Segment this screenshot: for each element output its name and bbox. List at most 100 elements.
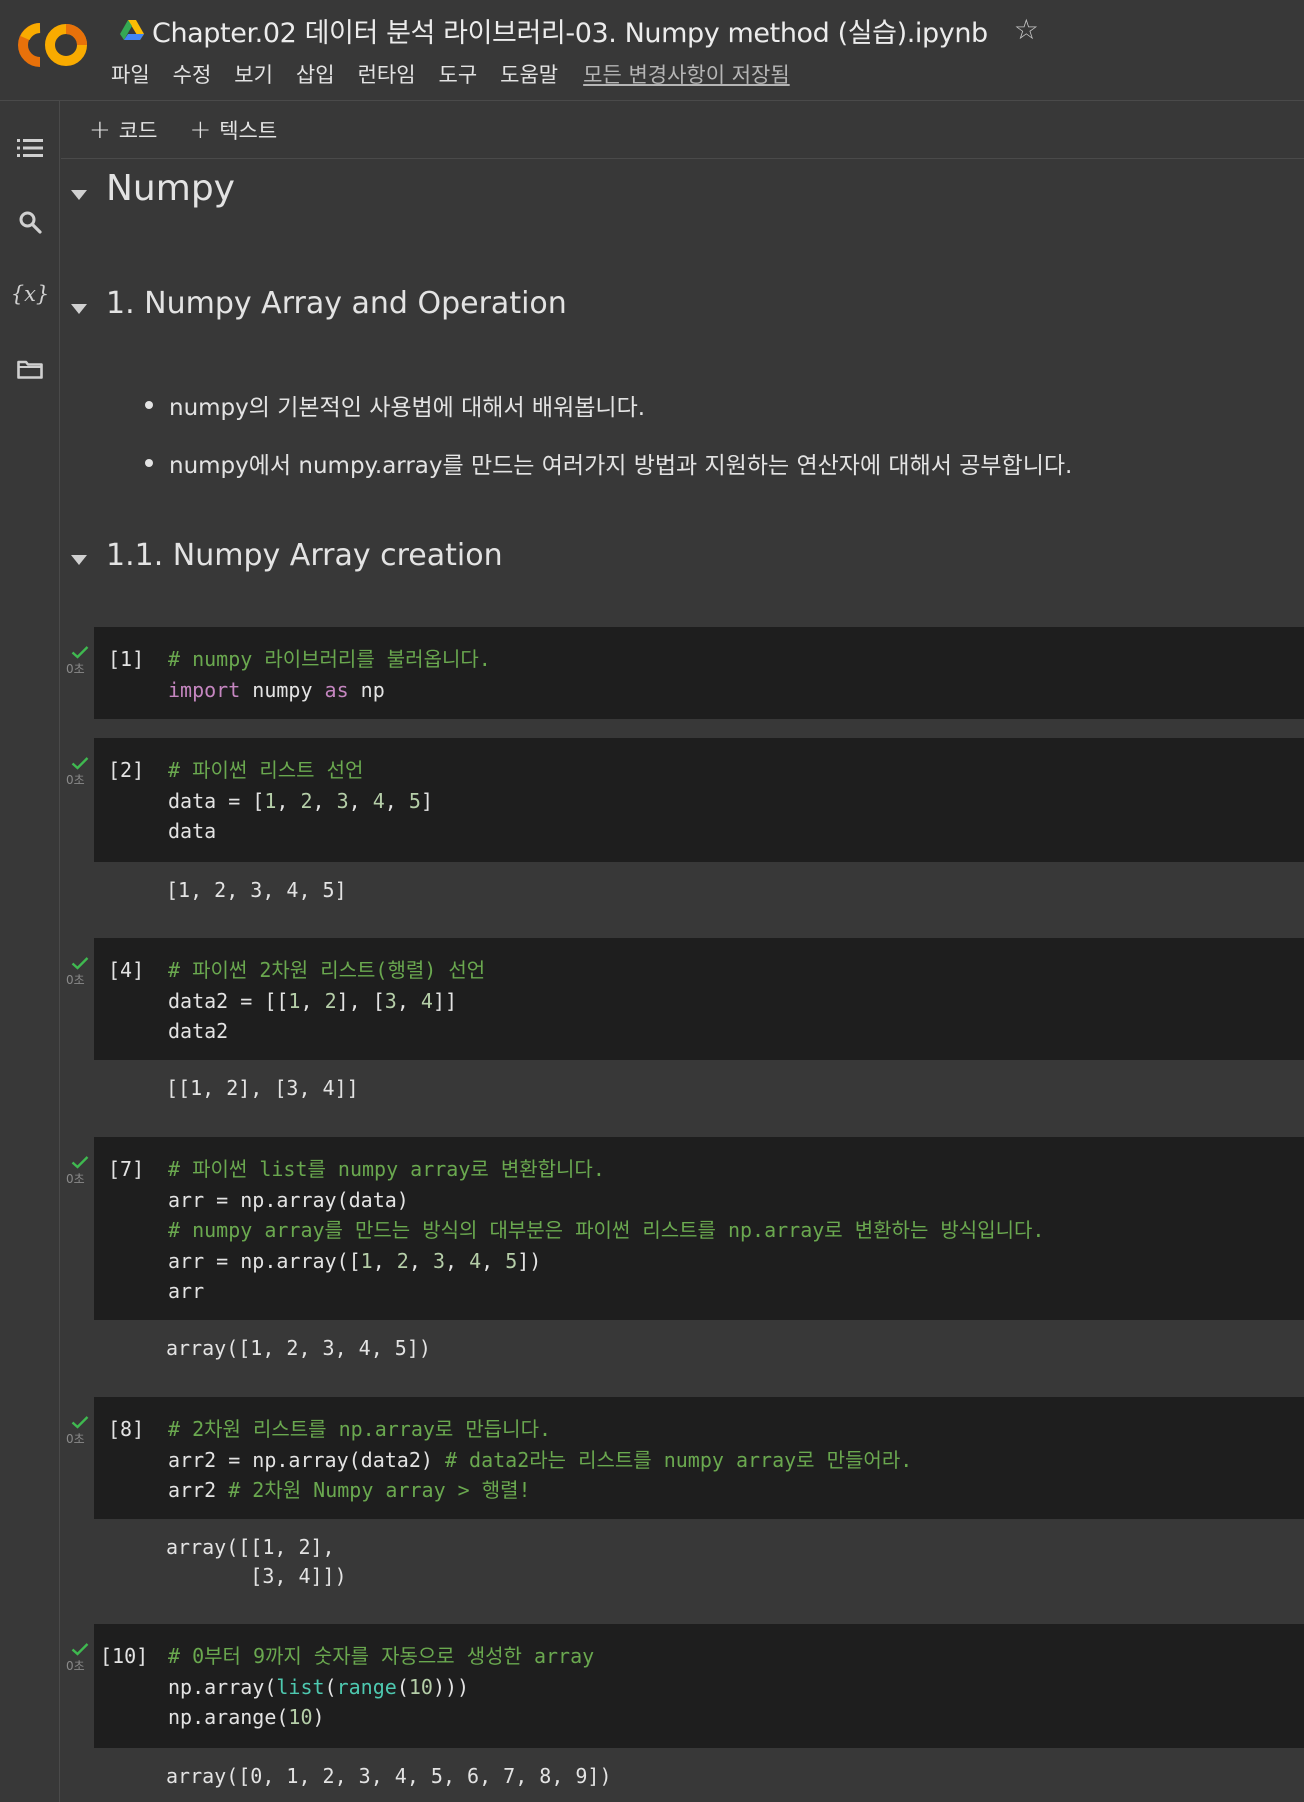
list-item: numpy에서 numpy.array를 만드는 여러가지 방법과 지원하는 연… [145, 446, 1072, 480]
code-token: , [396, 988, 421, 1013]
execution-count: [10] [100, 1644, 149, 1668]
table-of-contents-icon[interactable] [0, 123, 60, 173]
plus-icon: + [89, 114, 111, 145]
intro-bullet-list: numpy의 기본적인 사용법에 대해서 배워봅니다. numpy에서 nump… [145, 388, 1072, 504]
code-token: ))) [432, 1674, 470, 1699]
code-token: np.arange( [168, 1705, 289, 1729]
check-icon [71, 1156, 89, 1169]
code-token: np [348, 677, 385, 702]
cell-run-status[interactable]: 0초 [64, 1415, 92, 1447]
code-token: ]) [517, 1248, 542, 1273]
code-token: 4 [372, 788, 385, 813]
code-token: arr = np.array([ [168, 1248, 361, 1273]
code-token: data2 = [[ [168, 988, 289, 1013]
code-line: arr [168, 1279, 205, 1303]
code-token: 3 [432, 1248, 445, 1273]
output-text: array([[1, 2], [3, 4]]) [166, 1535, 347, 1588]
code-editor[interactable]: # 파이썬 2차원 리스트(행렬) 선언 data2 = [[1, 2], [3… [168, 955, 485, 1047]
code-token: import [168, 677, 241, 702]
cell-run-status[interactable]: 0초 [64, 756, 92, 788]
execution-count: [2] [108, 758, 145, 782]
code-token: list [276, 1674, 325, 1699]
code-line: # 파이썬 2차원 리스트(행렬) 선언 [168, 958, 486, 982]
check-icon [71, 757, 89, 770]
code-token: arr2 [168, 1478, 229, 1502]
cell-run-status[interactable]: 0초 [64, 1155, 92, 1187]
cell-output: array([[1, 2], [3, 4]]) [94, 1519, 1304, 1601]
code-line: # numpy array를 만드는 방식의 대부분은 파이썬 리스트를 np.… [168, 1218, 1045, 1242]
output-text: [1, 2, 3, 4, 5] [166, 878, 347, 902]
collapse-caret-icon[interactable] [70, 554, 88, 566]
code-editor[interactable]: # numpy 라이브러리를 불러옵니다. import numpy as np [168, 644, 491, 705]
code-token: 2 [396, 1248, 409, 1273]
collapse-caret-icon[interactable] [70, 303, 88, 315]
menu-view[interactable]: 보기 [234, 59, 273, 89]
code-token: # 2차원 Numpy array > 행렬! [228, 1478, 531, 1502]
code-cell[interactable]: [1] # numpy 라이브러리를 불러옵니다. import numpy a… [94, 627, 1304, 719]
check-icon [71, 646, 89, 659]
code-cell[interactable]: [10] # 0부터 9까지 숫자를 자동으로 생성한 array np.arr… [94, 1624, 1304, 1748]
code-cell[interactable]: [7] # 파이썬 list를 numpy array로 변환합니다. arr … [94, 1137, 1304, 1320]
menu-help[interactable]: 도움말 [500, 59, 558, 89]
add-code-label: 코드 [118, 118, 158, 143]
add-text-label: 텍스트 [219, 118, 278, 143]
search-icon-glyph [19, 211, 42, 234]
code-token: ) [312, 1705, 325, 1729]
code-line: arr = np.array(data) [168, 1187, 409, 1212]
code-cell[interactable]: [4] # 파이썬 2차원 리스트(행렬) 선언 data2 = [[1, 2]… [94, 938, 1304, 1060]
files-icon[interactable] [0, 344, 60, 394]
menu-tools[interactable]: 도구 [439, 59, 478, 89]
cell-duration: 0초 [66, 1659, 85, 1673]
code-token: 1 [264, 788, 277, 813]
list-item: numpy의 기본적인 사용법에 대해서 배워봅니다. [145, 388, 1072, 422]
code-token: , [300, 988, 325, 1013]
add-text-cell-button[interactable]: + 텍스트 [189, 115, 277, 145]
check-icon [71, 957, 89, 970]
save-status-link[interactable]: 모든 변경사항이 저장됨 [583, 59, 790, 89]
menu-insert[interactable]: 삽입 [296, 59, 335, 89]
add-code-cell-button[interactable]: + 코드 [89, 115, 157, 145]
execution-count: [8] [108, 1417, 145, 1441]
code-token: ( [396, 1674, 409, 1699]
code-editor[interactable]: # 파이썬 리스트 선언 data = [1, 2, 3, 4, 5] data [168, 755, 433, 847]
colab-logo-icon[interactable] [18, 22, 88, 68]
cell-run-status[interactable]: 0초 [64, 956, 92, 988]
title-row: Chapter.02 데이터 분석 라이브러리-03. Numpy method… [120, 11, 1039, 50]
code-line: data [168, 819, 217, 843]
menu-runtime[interactable]: 런타임 [358, 59, 416, 89]
code-token: , [372, 1248, 397, 1273]
cell-output: array([1, 2, 3, 4, 5]) [94, 1320, 1304, 1378]
check-icon [71, 1416, 89, 1429]
code-token: 2 [324, 988, 337, 1013]
code-cell[interactable]: [2] # 파이썬 리스트 선언 data = [1, 2, 3, 4, 5] … [94, 738, 1304, 862]
heading-numpy: Numpy [106, 168, 235, 209]
code-editor[interactable]: # 2차원 리스트를 np.array로 만듭니다. arr2 = np.arr… [168, 1414, 912, 1506]
execution-count: [1] [108, 647, 145, 671]
menu-edit[interactable]: 수정 [173, 59, 212, 89]
cell-output: array([0, 1, 2, 3, 4, 5, 6, 7, 8, 9]) [94, 1748, 1304, 1802]
variables-icon[interactable]: {x} [0, 269, 60, 319]
notebook-title[interactable]: Chapter.02 데이터 분석 라이브러리-03. Numpy method… [152, 11, 988, 50]
cell-run-status[interactable]: 0초 [64, 1642, 92, 1674]
code-token: , [348, 788, 373, 813]
code-token: , [276, 788, 301, 813]
cell-duration: 0초 [66, 773, 85, 787]
google-drive-icon[interactable] [120, 19, 144, 41]
plus-icon: + [189, 114, 212, 145]
search-icon[interactable] [0, 197, 60, 247]
code-cell[interactable]: [8] # 2차원 리스트를 np.array로 만듭니다. arr2 = np… [94, 1397, 1304, 1519]
code-line: # numpy 라이브러리를 불러옵니다. [168, 647, 491, 671]
code-editor[interactable]: # 파이썬 list를 numpy array로 변환합니다. arr = np… [168, 1154, 1044, 1307]
cell-run-status[interactable]: 0초 [64, 645, 92, 677]
collapse-caret-icon[interactable] [70, 189, 88, 201]
code-token: ]] [432, 988, 458, 1013]
code-token: 10 [408, 1674, 433, 1699]
code-token: 1 [288, 988, 301, 1013]
code-token: ], [ [336, 988, 385, 1013]
code-token: np.array( [168, 1674, 277, 1699]
menu-file[interactable]: 파일 [111, 59, 150, 89]
heading-section-1-1: 1.1. Numpy Array creation [106, 538, 503, 573]
code-editor[interactable]: # 0부터 9까지 숫자를 자동으로 생성한 array np.array(li… [168, 1641, 594, 1733]
cell-duration: 0초 [66, 1432, 85, 1446]
star-icon[interactable]: ☆ [1014, 16, 1039, 44]
